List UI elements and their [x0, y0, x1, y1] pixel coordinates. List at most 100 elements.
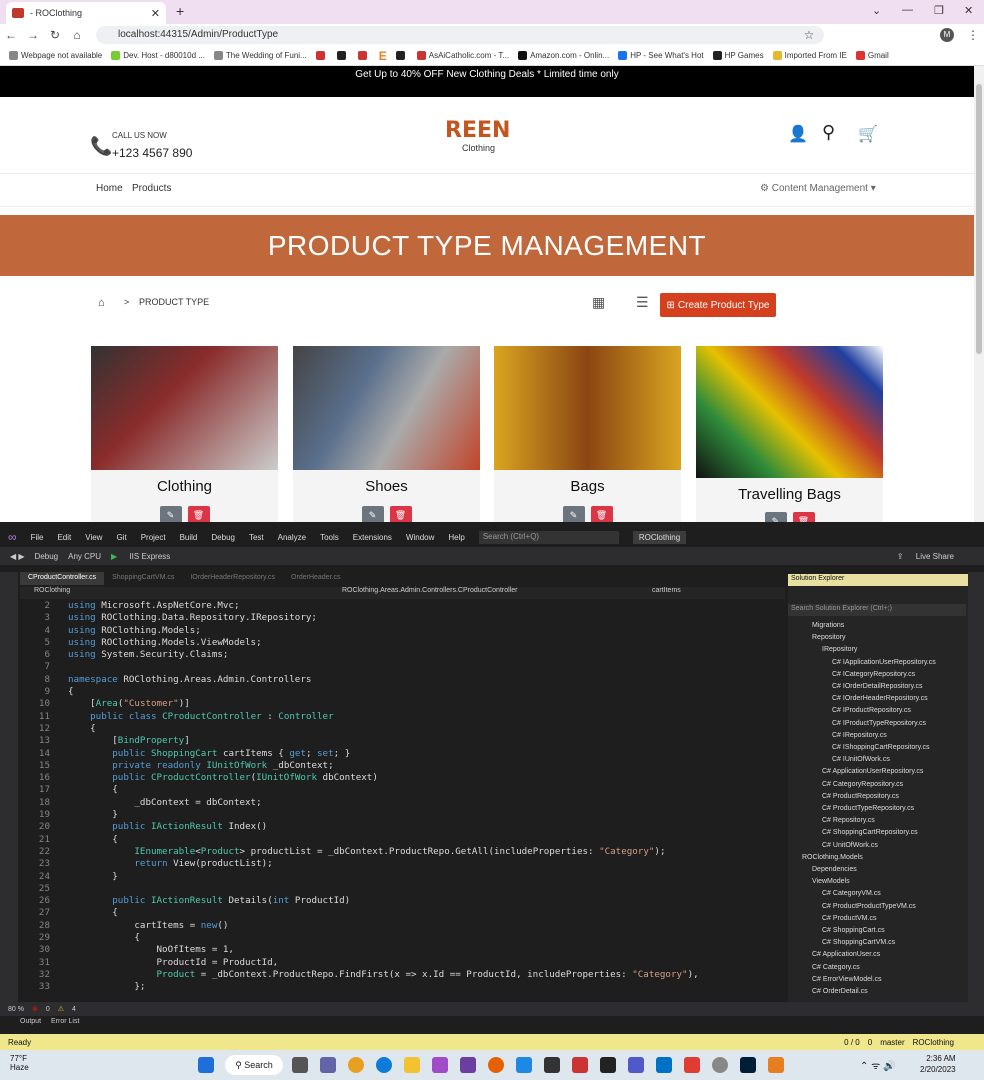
nav-back-icon[interactable]: ◀ ▶ — [10, 552, 25, 561]
system-tray-icons[interactable]: ⌃ ᯤ 🔊 — [860, 1058, 896, 1072]
bookmark[interactable]: E — [379, 49, 387, 63]
weather-widget[interactable]: 77°F Haze — [10, 1054, 29, 1072]
profile-avatar[interactable]: M — [940, 28, 954, 42]
star-icon[interactable]: ☆ — [798, 28, 820, 42]
solution-tree-item[interactable]: C# CategoryRepository.cs — [790, 779, 966, 791]
code-editor[interactable]: 2 using Microsoft.AspNetCore.Mvc; 3 using R… — [20, 600, 785, 1000]
nav-member-dropdown[interactable]: cartItems — [652, 587, 681, 594]
start-icon[interactable] — [198, 1057, 214, 1073]
editor-tab[interactable]: OrderHeader.cs — [283, 572, 348, 585]
solution-tree-item[interactable]: C# CategoryVM.cs — [790, 888, 966, 900]
solution-tree-item[interactable]: Migrations — [790, 620, 966, 632]
new-tab-icon[interactable]: + — [176, 3, 184, 19]
solution-tree-item[interactable]: C# IRepository.cs — [790, 730, 966, 742]
git-repo[interactable]: ROClothing — [913, 1038, 954, 1047]
solution-tree-item[interactable]: C# ShoppingCartRepository.cs — [790, 827, 966, 839]
solution-tree-item[interactable]: C# ShoppingCartVM.cs — [790, 937, 966, 949]
editor-tab[interactable]: CProductController.cs — [20, 572, 105, 585]
visual-studio-icon[interactable] — [460, 1057, 476, 1073]
bookmark[interactable] — [336, 51, 349, 60]
bookmark[interactable]: Imported From IE — [772, 51, 847, 60]
forward-icon[interactable]: → — [22, 28, 44, 42]
solution-tree-item[interactable]: C# IShoppingCartRepository.cs — [790, 742, 966, 754]
nav-products-link[interactable]: Products — [132, 183, 171, 194]
bookmark[interactable]: Webpage not available — [9, 51, 102, 60]
vs-menu-item[interactable]: View — [85, 533, 102, 542]
run-button[interactable]: ▶ IIS Express — [111, 552, 170, 561]
reload-icon[interactable]: ↻ — [44, 28, 66, 42]
list-view-icon[interactable]: ☰ — [636, 294, 649, 311]
solution-tree-item[interactable]: C# ProductRepository.cs — [790, 791, 966, 803]
chat-icon[interactable] — [320, 1057, 336, 1073]
pending-changes[interactable]: 0 — [868, 1038, 872, 1047]
solution-tree-item[interactable]: C# ShoppingCart.cs — [790, 925, 966, 937]
solution-tree-item[interactable]: C# IApplicationUserRepository.cs — [790, 657, 966, 669]
restore-icon[interactable]: ❐ — [934, 4, 944, 17]
taskbar-clock[interactable]: 2:36 AM 2/20/2023 — [920, 1053, 956, 1075]
bookmark[interactable] — [315, 51, 328, 60]
tab-search-icon[interactable]: ⌄ — [872, 4, 881, 17]
edge-icon[interactable] — [376, 1057, 392, 1073]
vs-menu-item[interactable]: File — [31, 533, 44, 542]
page-scrollbar-thumb[interactable] — [976, 84, 982, 354]
solution-tree-item[interactable]: C# ProductTypeRepository.cs — [790, 803, 966, 815]
zoom-level[interactable]: 80 % — [8, 1006, 24, 1013]
file-explorer-icon[interactable] — [404, 1057, 420, 1073]
vs-menu-item[interactable]: Edit — [57, 533, 71, 542]
bookmark[interactable] — [395, 51, 408, 60]
vs-menu-item[interactable]: Build — [180, 533, 198, 542]
solution-tree-item[interactable]: Dependencies — [790, 864, 966, 876]
chrome-icon[interactable] — [348, 1057, 364, 1073]
app-icon[interactable] — [768, 1057, 784, 1073]
warning-icon[interactable]: ⚠ — [58, 1005, 64, 1013]
live-share-button[interactable]: ⇪ Live Share — [897, 552, 954, 561]
close-window-icon[interactable]: ✕ — [964, 4, 973, 17]
bookmark[interactable]: HP - See What's Hot — [618, 51, 704, 60]
nav-home-link[interactable]: Home — [96, 183, 123, 194]
user-icon[interactable]: 👤 — [788, 124, 808, 144]
content-management-dropdown[interactable]: ⚙ Content Management ▾ — [760, 183, 876, 194]
solution-tree-item[interactable]: C# Repository.cs — [790, 815, 966, 827]
git-branch[interactable]: master — [880, 1038, 904, 1047]
back-icon[interactable]: ← — [0, 28, 22, 42]
solution-tree-item[interactable]: IRepository — [790, 644, 966, 656]
solution-tree-item[interactable]: C# ProductVM.cs — [790, 913, 966, 925]
vs-menu-item[interactable]: Extensions — [353, 533, 392, 542]
menu-icon[interactable]: ⋮ — [962, 28, 984, 42]
app-icon[interactable] — [544, 1057, 560, 1073]
app-icon[interactable] — [432, 1057, 448, 1073]
task-view-icon[interactable] — [292, 1057, 308, 1073]
vs-menu-item[interactable]: Project — [141, 533, 166, 542]
mail-icon[interactable] — [656, 1057, 672, 1073]
solution-tree-item[interactable]: C# IOrderDetailRepository.cs — [790, 681, 966, 693]
taskbar-search[interactable]: ⚲ Search — [225, 1055, 283, 1075]
vs-menu-item[interactable]: Window — [406, 533, 434, 542]
solution-tree-item[interactable]: C# IProductTypeRepository.cs — [790, 718, 966, 730]
vs-menu-item[interactable]: Analyze — [278, 533, 306, 542]
vs-search-input[interactable]: Search (Ctrl+Q) — [478, 530, 619, 544]
editor-tab[interactable]: IOrderHeaderRepository.cs — [182, 572, 283, 585]
solution-tree-item[interactable]: C# Category.cs — [790, 962, 966, 974]
bookmark[interactable]: HP Games — [712, 51, 764, 60]
vscode-icon[interactable] — [516, 1057, 532, 1073]
vs-menu-item[interactable]: Test — [249, 533, 264, 542]
solution-tree-item[interactable]: C# ApplicationUserRepository.cs — [790, 766, 966, 778]
editor-tab[interactable]: ShoppingCartVM.cs — [104, 572, 182, 585]
solution-explorer-search[interactable]: Search Solution Explorer (Ctrl+;) — [788, 604, 966, 616]
solution-tree-item[interactable]: C# IUnitOfWork.cs — [790, 754, 966, 766]
platform-select[interactable]: Any CPU — [68, 552, 101, 561]
solution-tree-item[interactable]: ViewModels — [790, 876, 966, 888]
photoshop-icon[interactable] — [740, 1057, 756, 1073]
grid-view-icon[interactable]: ▦ — [592, 294, 605, 311]
bookmark[interactable]: Gmail — [855, 51, 889, 60]
debug-config-select[interactable]: Debug — [35, 552, 59, 561]
solution-tree-item[interactable]: C# UnitOfWork.cs — [790, 840, 966, 852]
solution-tree-item[interactable]: C# IProductRepository.cs — [790, 705, 966, 717]
nav-project-dropdown[interactable]: ROClothing — [34, 587, 70, 594]
solution-tree-item[interactable]: C# IOrderHeaderRepository.cs — [790, 693, 966, 705]
solution-tree-item[interactable]: Repository — [790, 632, 966, 644]
solution-tree-item[interactable]: C# ApplicationUser.cs — [790, 949, 966, 961]
site-logo[interactable]: REEN — [445, 118, 510, 143]
breadcrumb-home-icon[interactable]: ⌂ — [98, 297, 105, 309]
app-icon[interactable] — [712, 1057, 728, 1073]
